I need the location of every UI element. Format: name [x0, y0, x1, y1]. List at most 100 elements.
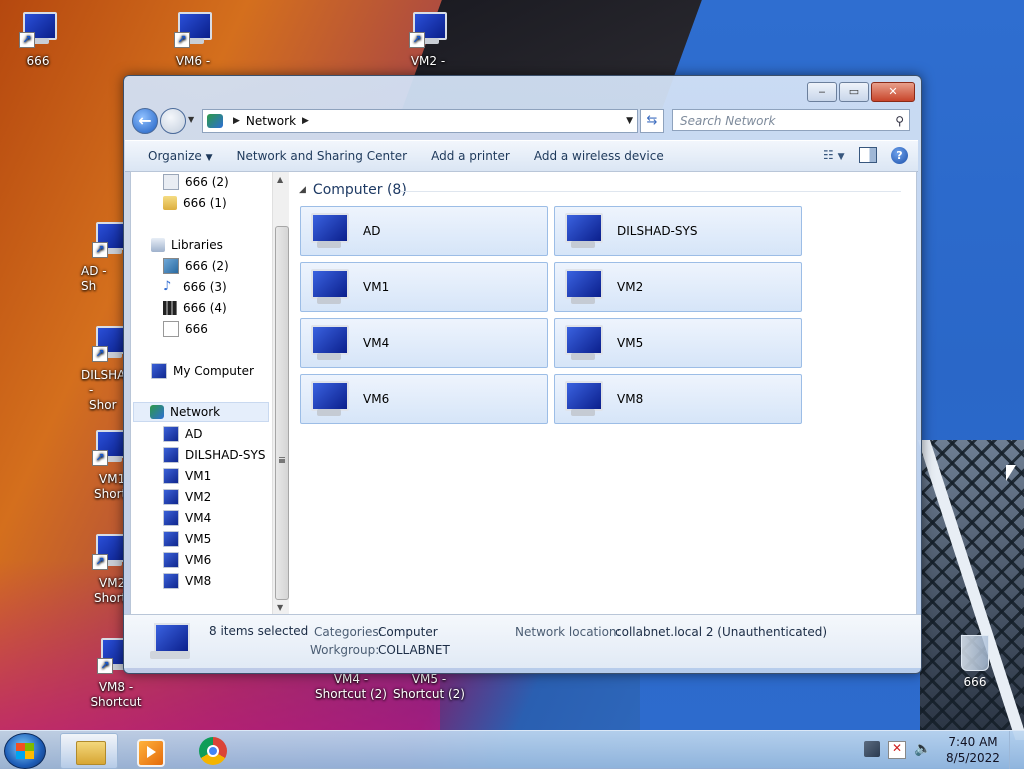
- nav-item-label: My Computer: [173, 364, 254, 378]
- desktop-icon-vm4[interactable]: VM4 - Shortcut (2): [310, 672, 392, 702]
- nav-item-vm5[interactable]: VM5: [163, 529, 211, 549]
- taskbar-media-player-button[interactable]: [120, 733, 176, 767]
- change-view-icon[interactable]: ☷ ▼: [823, 146, 845, 164]
- desktop-icon-label: Shortcut: [90, 695, 142, 709]
- computer-icon: [163, 426, 179, 442]
- scroll-up-icon[interactable]: ▲: [277, 175, 283, 184]
- computer-icon: [151, 363, 167, 379]
- computer-name: AD: [363, 224, 381, 238]
- desktop-icon-dilshad[interactable]: ↗ DILSHA - Shor: [74, 324, 124, 413]
- desktop-icon-ad[interactable]: ↗ AD - Sh: [74, 220, 124, 294]
- scroll-down-icon[interactable]: ▼: [277, 603, 283, 612]
- system-tray: 🔈: [864, 741, 931, 759]
- nav-item-vm6[interactable]: VM6: [163, 550, 211, 570]
- content-area: 666 (2) 666 (1) Libraries 666 (2) ♪ 666 (…: [130, 171, 917, 616]
- chrome-icon: [199, 737, 227, 765]
- minimize-button[interactable]: ‒: [807, 82, 837, 102]
- nav-item-network[interactable]: Network: [133, 402, 269, 422]
- nav-item-ad[interactable]: AD: [163, 424, 202, 444]
- search-placeholder: Search Network: [680, 114, 776, 128]
- close-button[interactable]: ✕: [871, 82, 915, 102]
- desktop-icon-vm6[interactable]: ↗ VM6 -: [153, 10, 233, 69]
- nav-item-libraries[interactable]: Libraries: [151, 235, 223, 255]
- computer-name: VM1: [363, 280, 390, 294]
- refresh-button[interactable]: ⇆: [640, 109, 664, 133]
- breadcrumb-network[interactable]: Network: [246, 114, 296, 128]
- computer-icon: [561, 379, 607, 419]
- volume-icon[interactable]: 🔈: [914, 741, 931, 757]
- show-desktop-button[interactable]: [1009, 731, 1024, 769]
- desktop-icon-vm2-shortcut[interactable]: ↗ VM2 Short: [74, 532, 124, 606]
- computer-icon: ↗: [92, 532, 124, 574]
- taskbar-chrome-button[interactable]: [184, 733, 240, 767]
- search-input[interactable]: Search Network ⚲: [672, 109, 910, 131]
- address-dropdown-icon[interactable]: ▼: [626, 116, 633, 126]
- desktop-icon-vm5[interactable]: VM5 - Shortcut (2): [388, 672, 470, 702]
- toolbar-right: ☷ ▼ ?: [823, 146, 908, 164]
- network-icon: [207, 114, 223, 128]
- nav-item-my-computer[interactable]: My Computer: [151, 361, 254, 381]
- chevron-right-icon[interactable]: ▶: [302, 116, 309, 126]
- organize-label: Organize: [148, 149, 202, 163]
- maximize-button[interactable]: ▭: [839, 82, 869, 102]
- nav-item-lib-666-3[interactable]: ♪ 666 (3): [163, 277, 227, 297]
- computer-tile-vm4[interactable]: VM4: [300, 318, 548, 368]
- preview-pane-icon[interactable]: [859, 147, 877, 163]
- start-button[interactable]: [4, 733, 46, 769]
- desktop-icon-666[interactable]: ↗ 666: [0, 10, 78, 69]
- action-center-icon[interactable]: [888, 741, 906, 759]
- search-icon[interactable]: ⚲: [895, 110, 904, 132]
- nav-item-vm8[interactable]: VM8: [163, 571, 211, 591]
- nav-item-vm4[interactable]: VM4: [163, 508, 211, 528]
- recent-pages-dropdown-icon[interactable]: ▼: [188, 115, 194, 124]
- forward-button[interactable]: [160, 108, 186, 134]
- clock-date: 8/5/2022: [946, 751, 1000, 765]
- nav-item-label: 666 (4): [183, 301, 227, 315]
- nav-item-666-1[interactable]: 666 (1): [163, 193, 227, 213]
- computer-icon: [163, 447, 179, 463]
- nav-item-lib-666-2[interactable]: 666 (2): [163, 256, 229, 276]
- recycle-bin[interactable]: 666: [950, 635, 1000, 689]
- computer-tile-vm8[interactable]: VM8: [554, 374, 802, 424]
- nav-item-vm1[interactable]: VM1: [163, 466, 211, 486]
- address-bar[interactable]: ▶ Network ▶ ▼: [202, 109, 638, 133]
- collapse-triangle-icon[interactable]: ◢: [299, 185, 306, 195]
- add-wireless-device-button[interactable]: Add a wireless device: [522, 149, 676, 163]
- explorer-window: ‒ ▭ ✕ ← ▼ ▶ Network ▶ ▼ ⇆ Search Network…: [123, 75, 922, 674]
- clock[interactable]: 7:40 AM 8/5/2022: [942, 734, 1004, 766]
- selection-count: 8 items selected: [209, 624, 309, 638]
- computer-tile-vm2[interactable]: VM2: [554, 262, 802, 312]
- computer-tile-vm6[interactable]: VM6: [300, 374, 548, 424]
- computer-tile-vm5[interactable]: VM5: [554, 318, 802, 368]
- scroll-thumb[interactable]: [275, 226, 289, 600]
- recent-icon: [163, 174, 179, 190]
- help-icon[interactable]: ?: [891, 146, 908, 164]
- computer-icon: ↗: [92, 324, 124, 366]
- nav-item-lib-666[interactable]: 666: [163, 319, 208, 339]
- back-button[interactable]: ←: [132, 108, 158, 134]
- taskbar-explorer-button[interactable]: [60, 733, 118, 769]
- network-tray-icon[interactable]: [864, 741, 880, 757]
- chevron-right-icon[interactable]: ▶: [233, 116, 240, 126]
- desktop-icon-label: VM6 -: [175, 54, 211, 68]
- computer-tile-ad[interactable]: AD: [300, 206, 548, 256]
- computer-tile-vm1[interactable]: VM1: [300, 262, 548, 312]
- nav-item-recent-666-2[interactable]: 666 (2): [163, 172, 229, 192]
- add-printer-button[interactable]: Add a printer: [419, 149, 522, 163]
- command-bar: Organize ▼ Network and Sharing Center Ad…: [125, 140, 918, 172]
- nav-item-dilshad-sys[interactable]: DILSHAD-SYS: [163, 445, 265, 465]
- computer-icon: ↗: [409, 10, 447, 52]
- organize-button[interactable]: Organize ▼: [125, 149, 225, 163]
- network-location-label: Network location:: [515, 625, 621, 639]
- sharing-center-button[interactable]: Network and Sharing Center: [225, 149, 420, 163]
- nav-item-label: DILSHAD-SYS: [185, 448, 266, 462]
- nav-item-label: AD: [185, 427, 203, 441]
- desktop-icon-vm2[interactable]: ↗ VM2 -: [388, 10, 468, 69]
- nav-scrollbar[interactable]: ▲ ▼: [272, 172, 289, 615]
- computer-tile-dilshad-sys[interactable]: DILSHAD-SYS: [554, 206, 802, 256]
- group-header-computer[interactable]: ◢ Computer (8): [299, 182, 407, 198]
- media-player-icon: [137, 739, 165, 767]
- nav-item-vm2[interactable]: VM2: [163, 487, 211, 507]
- desktop-icon-vm1[interactable]: ↗ VM1 Short: [74, 428, 124, 502]
- nav-item-lib-666-4[interactable]: 666 (4): [163, 298, 227, 318]
